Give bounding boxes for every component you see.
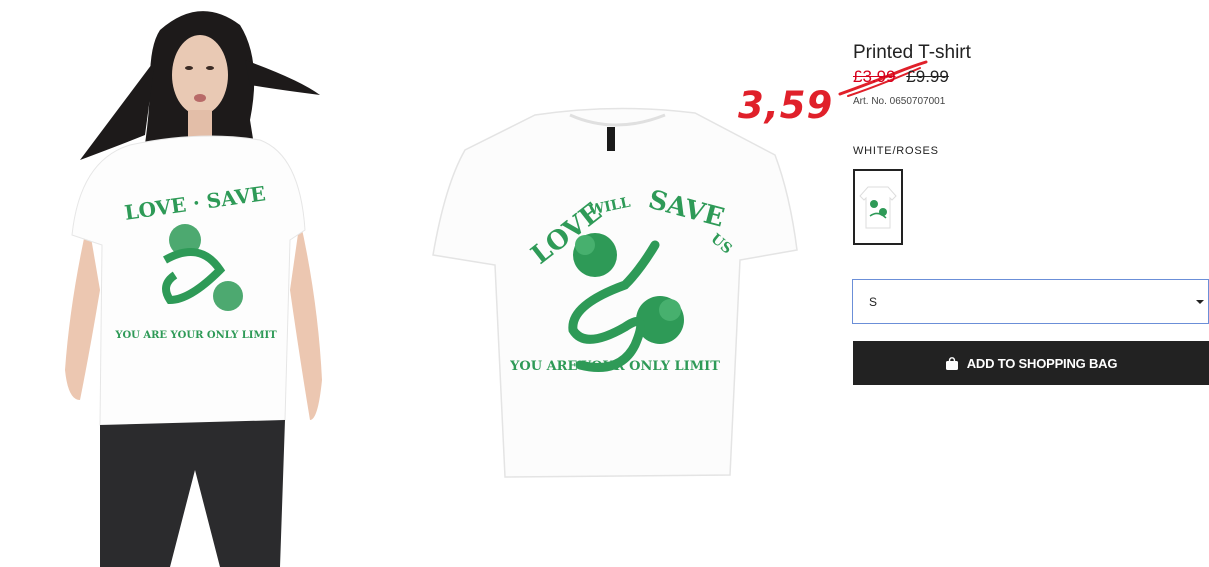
size-select[interactable]: S xyxy=(852,279,1209,324)
product-info: Printed T-shirt £3.99 £9.99 Art. No. 065… xyxy=(853,42,1209,245)
handwritten-sale-price: 3,59 xyxy=(738,84,834,127)
tshirt-flat-illustration: LOVE WILL SAVE US YOU ARE YOUR ONLY LIMI… xyxy=(432,107,798,478)
shopping-bag-icon xyxy=(945,356,959,370)
add-to-bag-label: ADD TO SHOPPING BAG xyxy=(966,355,1118,371)
color-name: WHITE/ROSES xyxy=(853,145,939,157)
product-image[interactable]: LOVE WILL SAVE US YOU ARE YOUR ONLY LIMI… xyxy=(425,95,805,485)
current-price: £3.99 xyxy=(853,67,896,86)
print-slogan: YOU ARE YOUR ONLY LIMIT xyxy=(509,359,720,374)
model-photo: LOVE · SAVE YOU ARE YOUR ONLY LIMIT xyxy=(0,0,395,567)
svg-text:YOU ARE YOUR ONLY LIMIT: YOU ARE YOUR ONLY LIMIT xyxy=(114,330,277,341)
chevron-down-icon xyxy=(1196,300,1204,304)
article-number: Art. No. 0650707001 xyxy=(853,96,946,107)
price-row: £3.99 £9.99 xyxy=(853,67,1209,87)
model-illustration: LOVE · SAVE YOU ARE YOUR ONLY LIMIT xyxy=(65,11,322,567)
color-swatch-white-roses[interactable] xyxy=(853,169,903,245)
product-title: Printed T-shirt xyxy=(853,42,971,63)
original-price: £9.99 xyxy=(906,67,949,86)
size-select-value: S xyxy=(869,294,878,309)
add-to-bag-button[interactable]: ADD TO SHOPPING BAG xyxy=(853,341,1209,385)
tshirt-thumbnail-icon xyxy=(859,186,897,229)
